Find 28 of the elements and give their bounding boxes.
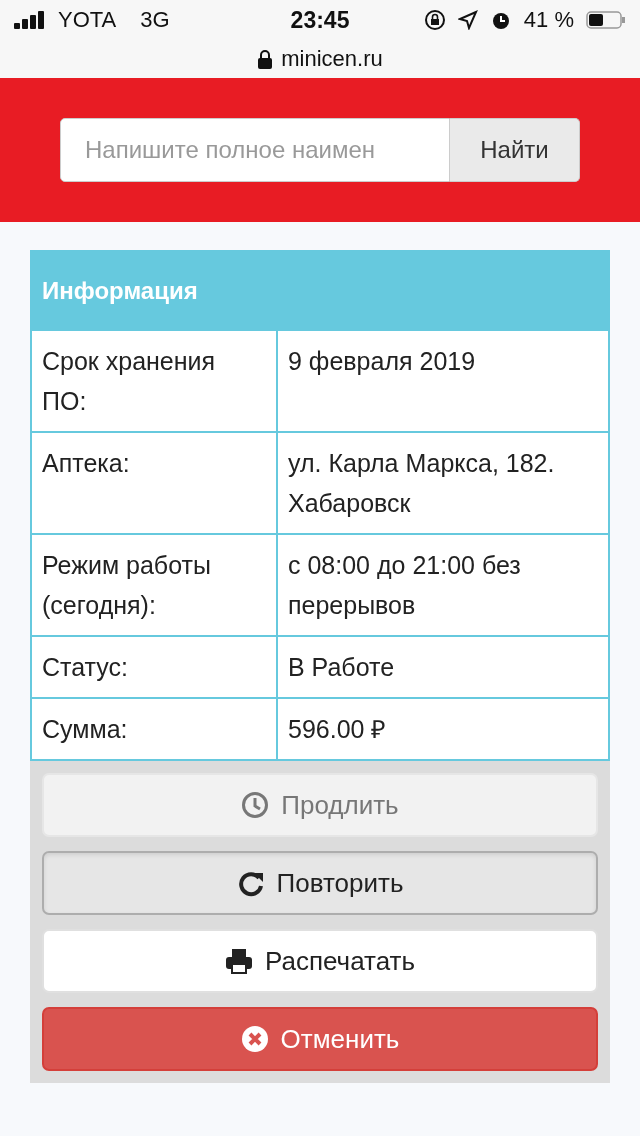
cancel-button[interactable]: Отменить [42, 1007, 598, 1071]
table-cell-text: ул. Карла Маркса, 182. Хабаровск [287, 448, 556, 519]
table-cell: Аптека: [32, 433, 278, 533]
clock-time: 23:45 [290, 6, 350, 34]
table-cell-text: с 08:00 до 21:00 без перерывов [287, 550, 522, 621]
table-cell: Режим работы (сегодня): [32, 535, 278, 635]
url-text[interactable]: minicen.ru [281, 46, 383, 72]
table-cell-text: 596.00 ₽ [287, 714, 388, 745]
repeat-button[interactable]: Повторить [42, 851, 598, 915]
table-cell: Статус: [32, 637, 278, 697]
clock-icon [241, 791, 270, 819]
location-arrow-icon [457, 10, 478, 30]
search-button[interactable]: Найти [450, 118, 580, 182]
table-cell: Срок хранения ПО: [32, 331, 278, 431]
table-header: Информация [30, 250, 610, 331]
close-icon [240, 1025, 269, 1053]
battery-percent: 41 % [523, 7, 574, 33]
table-cell-text: 9 февраля 2019 [287, 346, 477, 377]
lock-icon [257, 49, 274, 69]
table-cell-text: В Работе [287, 652, 396, 683]
rotation-lock-icon [423, 9, 446, 31]
printer-icon [225, 947, 253, 975]
print-button[interactable]: Распечатать [42, 929, 598, 993]
table-cell: Сумма: [32, 699, 278, 759]
battery-icon [586, 10, 626, 30]
carrier-name: YOTA [58, 7, 117, 33]
network-type: 3G [140, 7, 170, 33]
refresh-icon [236, 869, 265, 897]
